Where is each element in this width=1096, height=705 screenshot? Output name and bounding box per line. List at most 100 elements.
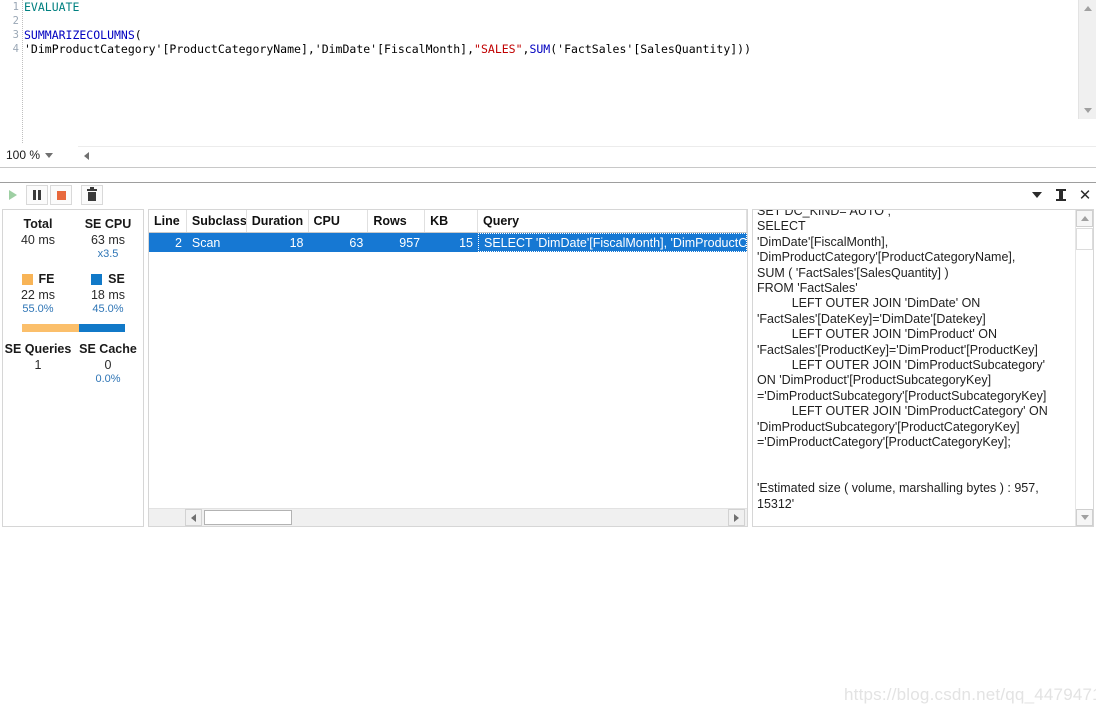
trace-events-grid[interactable]: Line Subclass Duration CPU Rows KB Query… [148, 209, 748, 527]
column-header-duration[interactable]: Duration [247, 210, 309, 232]
total-value: 40 ms [20, 233, 56, 247]
ratio-bar-se-segment [78, 324, 125, 332]
pause-trace-button[interactable] [26, 185, 48, 205]
panel-window-buttons: ✕ [1030, 183, 1092, 207]
cell-duration: 18 [289, 235, 304, 250]
line-number: 4 [12, 43, 19, 55]
chevron-up-icon [1080, 216, 1089, 221]
se-cpu-value: 63 ms [90, 233, 126, 247]
fe-label: FE [38, 272, 55, 286]
chevron-up-icon [1083, 6, 1092, 11]
editor-horizontal-scrollbar[interactable] [78, 146, 1096, 164]
dax-code-text[interactable]: EVALUATE SUMMARIZECOLUMNS('DimProductCat… [24, 0, 1078, 143]
scroll-up-button[interactable] [1079, 0, 1096, 17]
cell-query: SELECT 'DimDate'[FiscalMonth], 'DimProdu… [477, 233, 747, 252]
column-header-line[interactable]: Line [149, 210, 187, 232]
column-header-subclass[interactable]: Subclass [187, 210, 247, 232]
column-header-query[interactable]: Query [478, 210, 747, 232]
fe-se-ratio-bar [22, 324, 125, 332]
code-token: ('FactSales'[SalesQuantity])) [550, 42, 752, 56]
pane-splitter[interactable] [0, 168, 1096, 183]
se-label: SE [108, 272, 125, 286]
se-cache-metric: SE Cache 0 0.0% [73, 332, 143, 385]
scroll-down-button[interactable] [1079, 102, 1096, 119]
stop-trace-button[interactable] [50, 185, 72, 205]
xmsql-scroll-down-button[interactable] [1076, 509, 1093, 526]
fe-color-swatch-icon [21, 273, 33, 285]
xmsql-scroll-thumb[interactable] [1076, 228, 1093, 250]
chevron-right-icon [734, 513, 739, 522]
panel-menu-button[interactable] [1030, 186, 1044, 204]
fe-metric: FE 22 ms 55.0% [3, 260, 73, 315]
column-header-kb[interactable]: KB [425, 210, 478, 232]
timings-summary-box: Total 40 ms SE CPU 63 ms x3.5 FE 22 ms 5… [2, 209, 144, 527]
fe-percent: 55.0% [22, 303, 54, 315]
code-token: SUMMARIZECOLUMNS [24, 28, 135, 42]
se-percent: 45.0% [92, 303, 124, 315]
grid-scroll-left-button[interactable] [185, 509, 202, 526]
cell-line: 2 [174, 235, 182, 250]
se-cpu-factor: x3.5 [97, 248, 119, 260]
xmsql-vertical-scrollbar[interactable] [1075, 210, 1093, 526]
panel-pin-button[interactable] [1054, 186, 1068, 204]
grid-scroll-thumb[interactable] [204, 510, 292, 525]
chevron-down-icon [1080, 515, 1089, 520]
se-queries-metric: SE Queries 1 [3, 332, 73, 385]
chevron-left-icon [84, 151, 89, 160]
column-header-rows[interactable]: Rows [368, 210, 426, 232]
run-trace-button[interactable] [2, 185, 24, 205]
se-value: 18 ms [90, 288, 126, 302]
dax-editor-surface[interactable]: 1 2 3 4 EVALUATE SUMMARIZECOLUMNS('DimPr… [0, 0, 1096, 143]
fe-legend: FE [3, 260, 73, 286]
server-timings-panel: ✕ Total 40 ms SE CPU 63 ms x3.5 FE 22 ms… [0, 183, 1096, 704]
editor-line-number-gutter: 1 2 3 4 [0, 0, 23, 143]
clear-trace-button[interactable] [81, 185, 103, 205]
summary-row-queries-cache: SE Queries 1 SE Cache 0 0.0% [3, 332, 143, 385]
zoom-level-selector[interactable]: 100 % [0, 144, 78, 166]
line-number: 3 [12, 29, 19, 41]
code-token: ( [134, 28, 142, 42]
code-token: EVALUATE [24, 0, 80, 14]
cell-rows: 957 [399, 235, 421, 250]
code-line: EVALUATE [24, 0, 1078, 14]
grid-header-row: Line Subclass Duration CPU Rows KB Query [149, 210, 747, 233]
play-icon [9, 190, 17, 200]
se-cache-label: SE Cache [79, 342, 137, 356]
total-label: Total [23, 217, 53, 231]
scroll-left-button[interactable] [78, 147, 95, 164]
chevron-left-icon [191, 513, 196, 522]
se-cache-value: 0 [104, 358, 112, 372]
se-queries-value: 1 [34, 358, 42, 372]
total-sub-placeholder [3, 247, 73, 260]
cell-cpu: 63 [349, 235, 364, 250]
trash-icon [87, 187, 97, 201]
code-line: 'DimProductCategory'[ProductCategoryName… [24, 42, 1078, 56]
cell-kb: 15 [459, 235, 473, 250]
pin-icon [1056, 189, 1066, 201]
pause-icon [33, 190, 41, 200]
ratio-bar-fe-segment [22, 324, 79, 332]
close-icon: ✕ [1078, 186, 1092, 204]
fe-value: 22 ms [20, 288, 56, 302]
se-cpu-label: SE CPU [84, 217, 132, 231]
code-line: SUMMARIZECOLUMNS( [24, 28, 1078, 42]
xmsql-detail-pane[interactable]: SET DC_KIND= AUTO ; SELECT 'DimDate'[Fis… [752, 209, 1094, 527]
se-cache-percent: 0.0% [95, 373, 121, 385]
panel-close-button[interactable]: ✕ [1078, 186, 1092, 204]
xmsql-scroll-up-button[interactable] [1076, 210, 1093, 227]
chevron-down-icon [1083, 108, 1092, 113]
table-row[interactable]: 2 Scan 18 63 957 15 SELECT 'DimDate'[Fis… [149, 233, 747, 252]
editor-vertical-scrollbar[interactable] [1078, 0, 1096, 119]
grid-horizontal-scrollbar[interactable] [149, 508, 747, 526]
grid-scroll-right-button[interactable] [728, 509, 745, 526]
code-token: 'DimProductCategory'[ProductCategoryName… [24, 42, 475, 56]
se-queries-label: SE Queries [4, 342, 72, 356]
se-color-swatch-icon [91, 273, 103, 285]
trace-toolbar: ✕ [0, 183, 1096, 207]
watermark-text: https://blog.csdn.net/qq_44794711 [844, 685, 1096, 704]
column-header-cpu[interactable]: CPU [309, 210, 369, 232]
line-number: 2 [12, 15, 19, 27]
summary-row-totals: Total 40 ms SE CPU 63 ms x3.5 [3, 210, 143, 260]
se-cpu-metric: SE CPU 63 ms x3.5 [73, 210, 143, 260]
